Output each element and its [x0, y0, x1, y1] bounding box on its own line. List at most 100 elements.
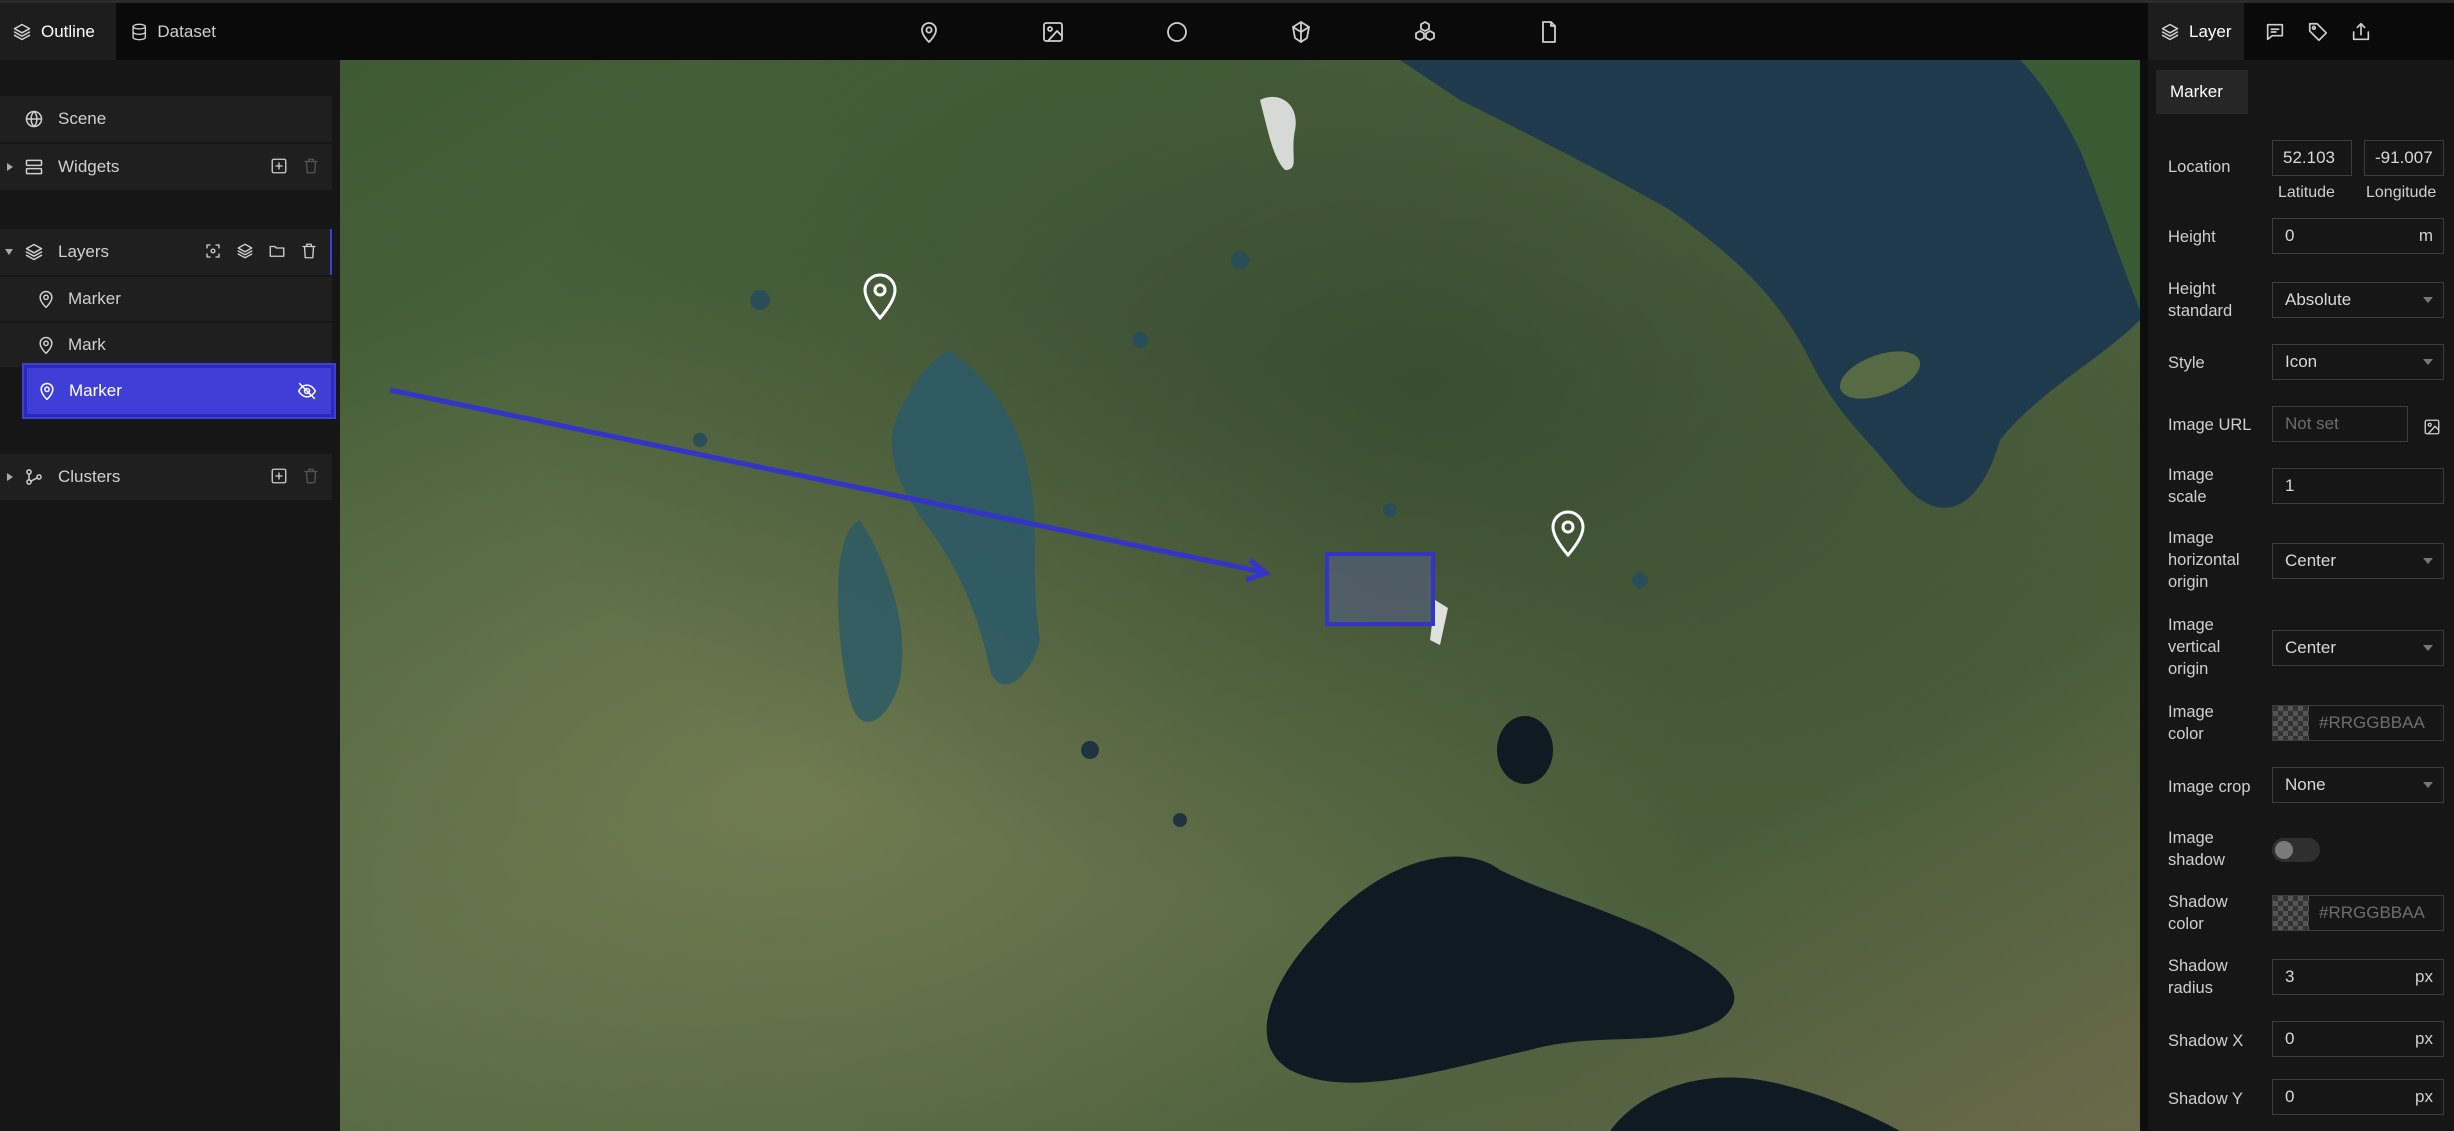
layers-icon: [13, 23, 31, 40]
add-icon[interactable]: [270, 157, 288, 175]
toggle-knob: [2275, 841, 2293, 859]
layers-icon: [2161, 23, 2179, 40]
widgets-actions: [270, 144, 320, 188]
image-scale-label: Image scale: [2168, 466, 2214, 506]
marker-icon: [39, 336, 53, 355]
height-unit: m: [2418, 226, 2433, 245]
add-layer-icon[interactable]: [236, 242, 254, 260]
image-color-swatch[interactable]: [2273, 706, 2309, 740]
document-icon: [1542, 21, 1556, 43]
shadow-radius-unit: px: [2415, 967, 2433, 986]
image-scale-row: Image scale 1: [2148, 462, 2454, 510]
shadow-y-input[interactable]: 0 px: [2272, 1079, 2444, 1115]
image-icon: [1043, 22, 1063, 42]
tab-layer[interactable]: Layer: [2148, 3, 2244, 60]
layer-item-label: Mark: [68, 335, 106, 354]
marker-icon: [40, 382, 54, 401]
height-standard-value: Absolute: [2285, 290, 2352, 309]
trash-icon[interactable]: [302, 467, 320, 485]
image-vertical-origin-select[interactable]: Center: [2272, 630, 2444, 666]
tab-outline[interactable]: Outline: [0, 3, 116, 60]
image-crop-select[interactable]: None: [2272, 767, 2444, 803]
shadow-color-input[interactable]: #RRGGBBAA: [2272, 895, 2444, 931]
trash-icon[interactable]: [302, 157, 320, 175]
database-icon: [132, 23, 147, 40]
trash-icon[interactable]: [300, 242, 318, 260]
shadow-x-row: Shadow X 0 px: [2148, 1021, 2454, 1061]
inspector-panel: Marker Location 52.103 -91.007 Latitude …: [2140, 60, 2454, 1131]
caret-down-icon[interactable]: [4, 247, 14, 257]
shadow-y-unit: px: [2415, 1087, 2433, 1106]
share-icon: [2352, 22, 2370, 41]
add-icon[interactable]: [270, 467, 288, 485]
layers-actions: [204, 229, 318, 273]
add-polyhedron-button[interactable]: [1286, 17, 1316, 47]
model-icon: [1415, 21, 1435, 41]
comment-icon: [2266, 23, 2284, 41]
layer-item-label: Marker: [69, 381, 122, 400]
shadow-radius-input[interactable]: 3 px: [2272, 959, 2444, 995]
add-circle-button[interactable]: [1162, 17, 1192, 47]
top-bar: Outline Dataset Layer: [0, 0, 2454, 60]
image-url-input[interactable]: Not set: [2272, 406, 2408, 442]
layer-item-3-selected[interactable]: Marker: [24, 365, 334, 417]
shadow-color-label: Shadow color: [2168, 893, 2228, 933]
latitude-input[interactable]: 52.103: [2272, 140, 2352, 176]
add-marker-button[interactable]: [914, 17, 944, 47]
layer-item-2[interactable]: Mark: [0, 323, 332, 367]
height-standard-label: Height standard: [2168, 280, 2233, 320]
tree-item-scene[interactable]: Scene: [0, 96, 332, 142]
image-scale-value: 1: [2285, 476, 2295, 495]
shadow-color-row: Shadow color #RRGGBBAA: [2148, 891, 2454, 939]
outline-panel: Scene Widgets Layers Marker Mark Marker: [0, 60, 340, 1131]
image-scale-input[interactable]: 1: [2272, 468, 2444, 504]
image-picker-icon[interactable]: [2423, 418, 2441, 436]
image-shadow-toggle[interactable]: [2272, 838, 2320, 862]
tab-dataset[interactable]: Dataset: [118, 3, 228, 60]
tree-group-clusters[interactable]: Clusters: [0, 454, 332, 500]
image-crop-row: Image crop None: [2148, 767, 2454, 807]
caret-right-icon[interactable]: [5, 472, 15, 482]
tree-group-widgets[interactable]: Widgets: [0, 144, 332, 190]
style-label: Style: [2168, 354, 2205, 372]
focus-icon[interactable]: [204, 242, 222, 260]
shadow-radius-label: Shadow radius: [2168, 957, 2228, 997]
tab-tags[interactable]: [2303, 17, 2333, 47]
shadow-color-swatch[interactable]: [2273, 896, 2309, 930]
image-horizontal-origin-row: Image horizontal origin Center: [2148, 527, 2454, 597]
location-label: Location: [2168, 158, 2231, 176]
tag-icon: [2308, 22, 2328, 42]
tab-dataset-label: Dataset: [157, 21, 216, 41]
shadow-y-row: Shadow Y 0 px: [2148, 1079, 2454, 1119]
add-image-button[interactable]: [1038, 17, 1068, 47]
section-tab-marker[interactable]: Marker: [2156, 70, 2248, 114]
shadow-radius-row: Shadow radius 3 px: [2148, 955, 2454, 1003]
height-label: Height: [2168, 228, 2216, 246]
layer-item-1[interactable]: Marker: [0, 277, 332, 321]
image-color-row: Image color #RRGGBBAA: [2148, 701, 2454, 749]
tab-plugins[interactable]: [2346, 17, 2376, 47]
satellite-map[interactable]: [340, 60, 2140, 1131]
longitude-caption: Longitude: [2366, 184, 2437, 201]
height-standard-select[interactable]: Absolute: [2272, 282, 2444, 318]
layers-icon: [25, 243, 43, 261]
add-model-button[interactable]: [1410, 17, 1440, 47]
tree-group-widgets-label: Widgets: [58, 157, 120, 176]
height-row: Height 0 m: [2148, 218, 2454, 258]
longitude-input[interactable]: -91.007: [2364, 140, 2444, 176]
image-color-input[interactable]: #RRGGBBAA: [2272, 705, 2444, 741]
map-viewport[interactable]: [340, 60, 2140, 1131]
shadow-y-value: 0: [2285, 1087, 2295, 1106]
eye-off-icon[interactable]: [297, 381, 317, 401]
tree-group-layers[interactable]: Layers: [0, 229, 332, 275]
tab-infobox[interactable]: [2260, 17, 2290, 47]
height-input[interactable]: 0 m: [2272, 218, 2444, 254]
caret-right-icon[interactable]: [5, 162, 15, 172]
add-document-button[interactable]: [1534, 17, 1564, 47]
folder-icon[interactable]: [268, 242, 286, 260]
image-horizontal-origin-select[interactable]: Center: [2272, 543, 2444, 579]
style-select[interactable]: Icon: [2272, 344, 2444, 380]
longitude-value: -91.007: [2375, 148, 2433, 167]
image-horizontal-origin-value: Center: [2285, 551, 2337, 570]
shadow-x-input[interactable]: 0 px: [2272, 1021, 2444, 1057]
